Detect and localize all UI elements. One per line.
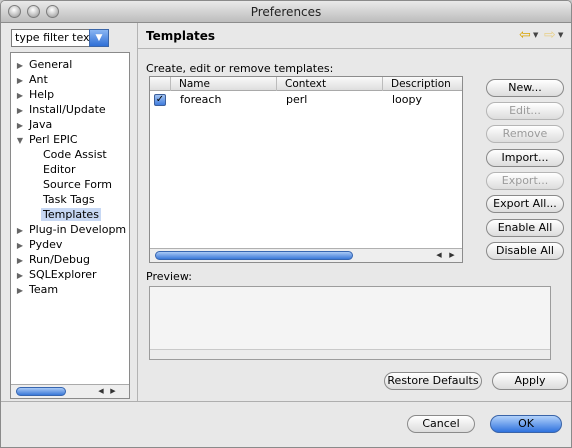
tree-item-source-formatter[interactable]: Source Form: [41, 177, 114, 192]
tree-item-task-tags[interactable]: Task Tags: [41, 192, 97, 207]
table-horizontal-scrollbar[interactable]: ◀ ▶: [150, 248, 462, 262]
scroll-left-arrow-icon[interactable]: ◀: [95, 385, 107, 398]
column-header-context[interactable]: Context: [276, 77, 382, 91]
tree-item-ant[interactable]: ▶ Ant: [13, 72, 50, 87]
chevron-down-icon[interactable]: ▼: [558, 31, 563, 39]
tree-item-perl-epic[interactable]: ▼ Perl EPIC: [13, 132, 80, 147]
back-arrow-icon[interactable]: ⇦: [519, 27, 531, 43]
expand-arrow-icon[interactable]: ▶: [13, 283, 27, 298]
import-templates-button[interactable]: Import...: [486, 149, 564, 167]
template-name-cell: foreach: [180, 93, 222, 106]
cancel-button[interactable]: Cancel: [407, 415, 475, 433]
scroll-right-arrow-icon[interactable]: ▶: [446, 249, 458, 262]
forward-arrow-icon[interactable]: ⇨: [544, 27, 556, 43]
tree-item-code-assist[interactable]: Code Assist: [41, 147, 109, 162]
preference-page: Templates ⇦ ▼ ⇨ ▼ Create, edit or remove…: [137, 23, 571, 401]
expand-arrow-icon[interactable]: ▶: [13, 118, 27, 133]
expand-arrow-icon[interactable]: ▶: [13, 268, 27, 283]
expand-arrow-icon[interactable]: ▶: [13, 103, 27, 118]
preference-tree[interactable]: ▶ General ▶ Ant ▶ Help ▶ Install/Update ▶ Jav…: [10, 52, 130, 399]
expand-arrow-icon[interactable]: ▶: [13, 88, 27, 103]
expand-arrow-icon[interactable]: ▶: [13, 58, 27, 73]
scroll-thumb[interactable]: [16, 387, 66, 396]
filter-dropdown-button[interactable]: ▼: [89, 29, 109, 47]
apply-button[interactable]: Apply: [492, 372, 568, 390]
tree-item-pydev[interactable]: ▶ Pydev: [13, 237, 64, 252]
tree-item-run-debug[interactable]: ▶ Run/Debug: [13, 252, 92, 267]
template-context-cell: perl: [286, 93, 308, 106]
export-all-button[interactable]: Export All...: [486, 195, 564, 213]
preview-label: Preview:: [146, 270, 192, 283]
preview-scrollbar[interactable]: [150, 349, 550, 359]
dialog-button-bar: Cancel OK: [1, 401, 571, 447]
template-preview[interactable]: [149, 286, 551, 360]
title-bar: Preferences: [1, 1, 571, 23]
tree-item-help[interactable]: ▶ Help: [13, 87, 56, 102]
tree-item-java[interactable]: ▶ Java: [13, 117, 54, 132]
disable-all-button[interactable]: Disable All: [486, 242, 564, 260]
table-row[interactable]: ✓ foreach perl loopy: [150, 92, 462, 108]
template-description-cell: loopy: [392, 93, 423, 106]
page-header: Templates ⇦ ▼ ⇨ ▼: [138, 23, 571, 49]
ok-button[interactable]: OK: [490, 415, 562, 433]
window-title: Preferences: [250, 5, 322, 19]
chevron-down-icon: ▼: [95, 33, 103, 43]
new-template-button[interactable]: New...: [486, 79, 564, 97]
expand-arrow-icon[interactable]: ▶: [13, 73, 27, 88]
collapse-arrow-icon[interactable]: ▼: [13, 133, 27, 148]
enable-all-button[interactable]: Enable All: [486, 219, 564, 237]
tree-item-sqlexplorer[interactable]: ▶ SQLExplorer: [13, 267, 99, 282]
scroll-right-arrow-icon[interactable]: ▶: [107, 385, 119, 398]
templates-table[interactable]: Name Context Description ✓ foreach perl …: [149, 76, 463, 263]
scroll-thumb[interactable]: [155, 251, 353, 260]
tree-item-general[interactable]: ▶ General: [13, 57, 74, 72]
edit-template-button[interactable]: Edit...: [486, 102, 564, 120]
preferences-window: Preferences type filter text ▼ ▶ General …: [0, 0, 572, 448]
table-header: Name Context Description: [150, 77, 462, 91]
templates-section-label: Create, edit or remove templates:: [146, 62, 334, 75]
tree-item-team[interactable]: ▶ Team: [13, 282, 60, 297]
template-enabled-checkbox[interactable]: ✓: [154, 94, 166, 106]
tree-item-templates[interactable]: Templates: [41, 207, 101, 222]
column-header-description[interactable]: Description: [382, 77, 462, 91]
page-title: Templates: [146, 29, 216, 43]
scroll-left-arrow-icon[interactable]: ◀: [433, 249, 445, 262]
preference-navigation: type filter text ▼ ▶ General ▶ Ant ▶ Help ▶…: [7, 28, 131, 399]
column-header-name[interactable]: Name: [170, 77, 276, 91]
tree-item-plugin-development[interactable]: ▶ Plug-in Developm: [13, 222, 128, 237]
tree-horizontal-scrollbar[interactable]: ◀ ▶: [11, 384, 129, 398]
export-templates-button[interactable]: Export...: [486, 172, 564, 190]
expand-arrow-icon[interactable]: ▶: [13, 223, 27, 238]
expand-arrow-icon[interactable]: ▶: [13, 238, 27, 253]
remove-template-button[interactable]: Remove: [486, 125, 564, 143]
tree-item-editor[interactable]: Editor: [41, 162, 78, 177]
chevron-down-icon[interactable]: ▼: [533, 31, 538, 39]
tree-item-install-update[interactable]: ▶ Install/Update: [13, 102, 108, 117]
expand-arrow-icon[interactable]: ▶: [13, 253, 27, 268]
restore-defaults-button[interactable]: Restore Defaults: [384, 372, 482, 390]
